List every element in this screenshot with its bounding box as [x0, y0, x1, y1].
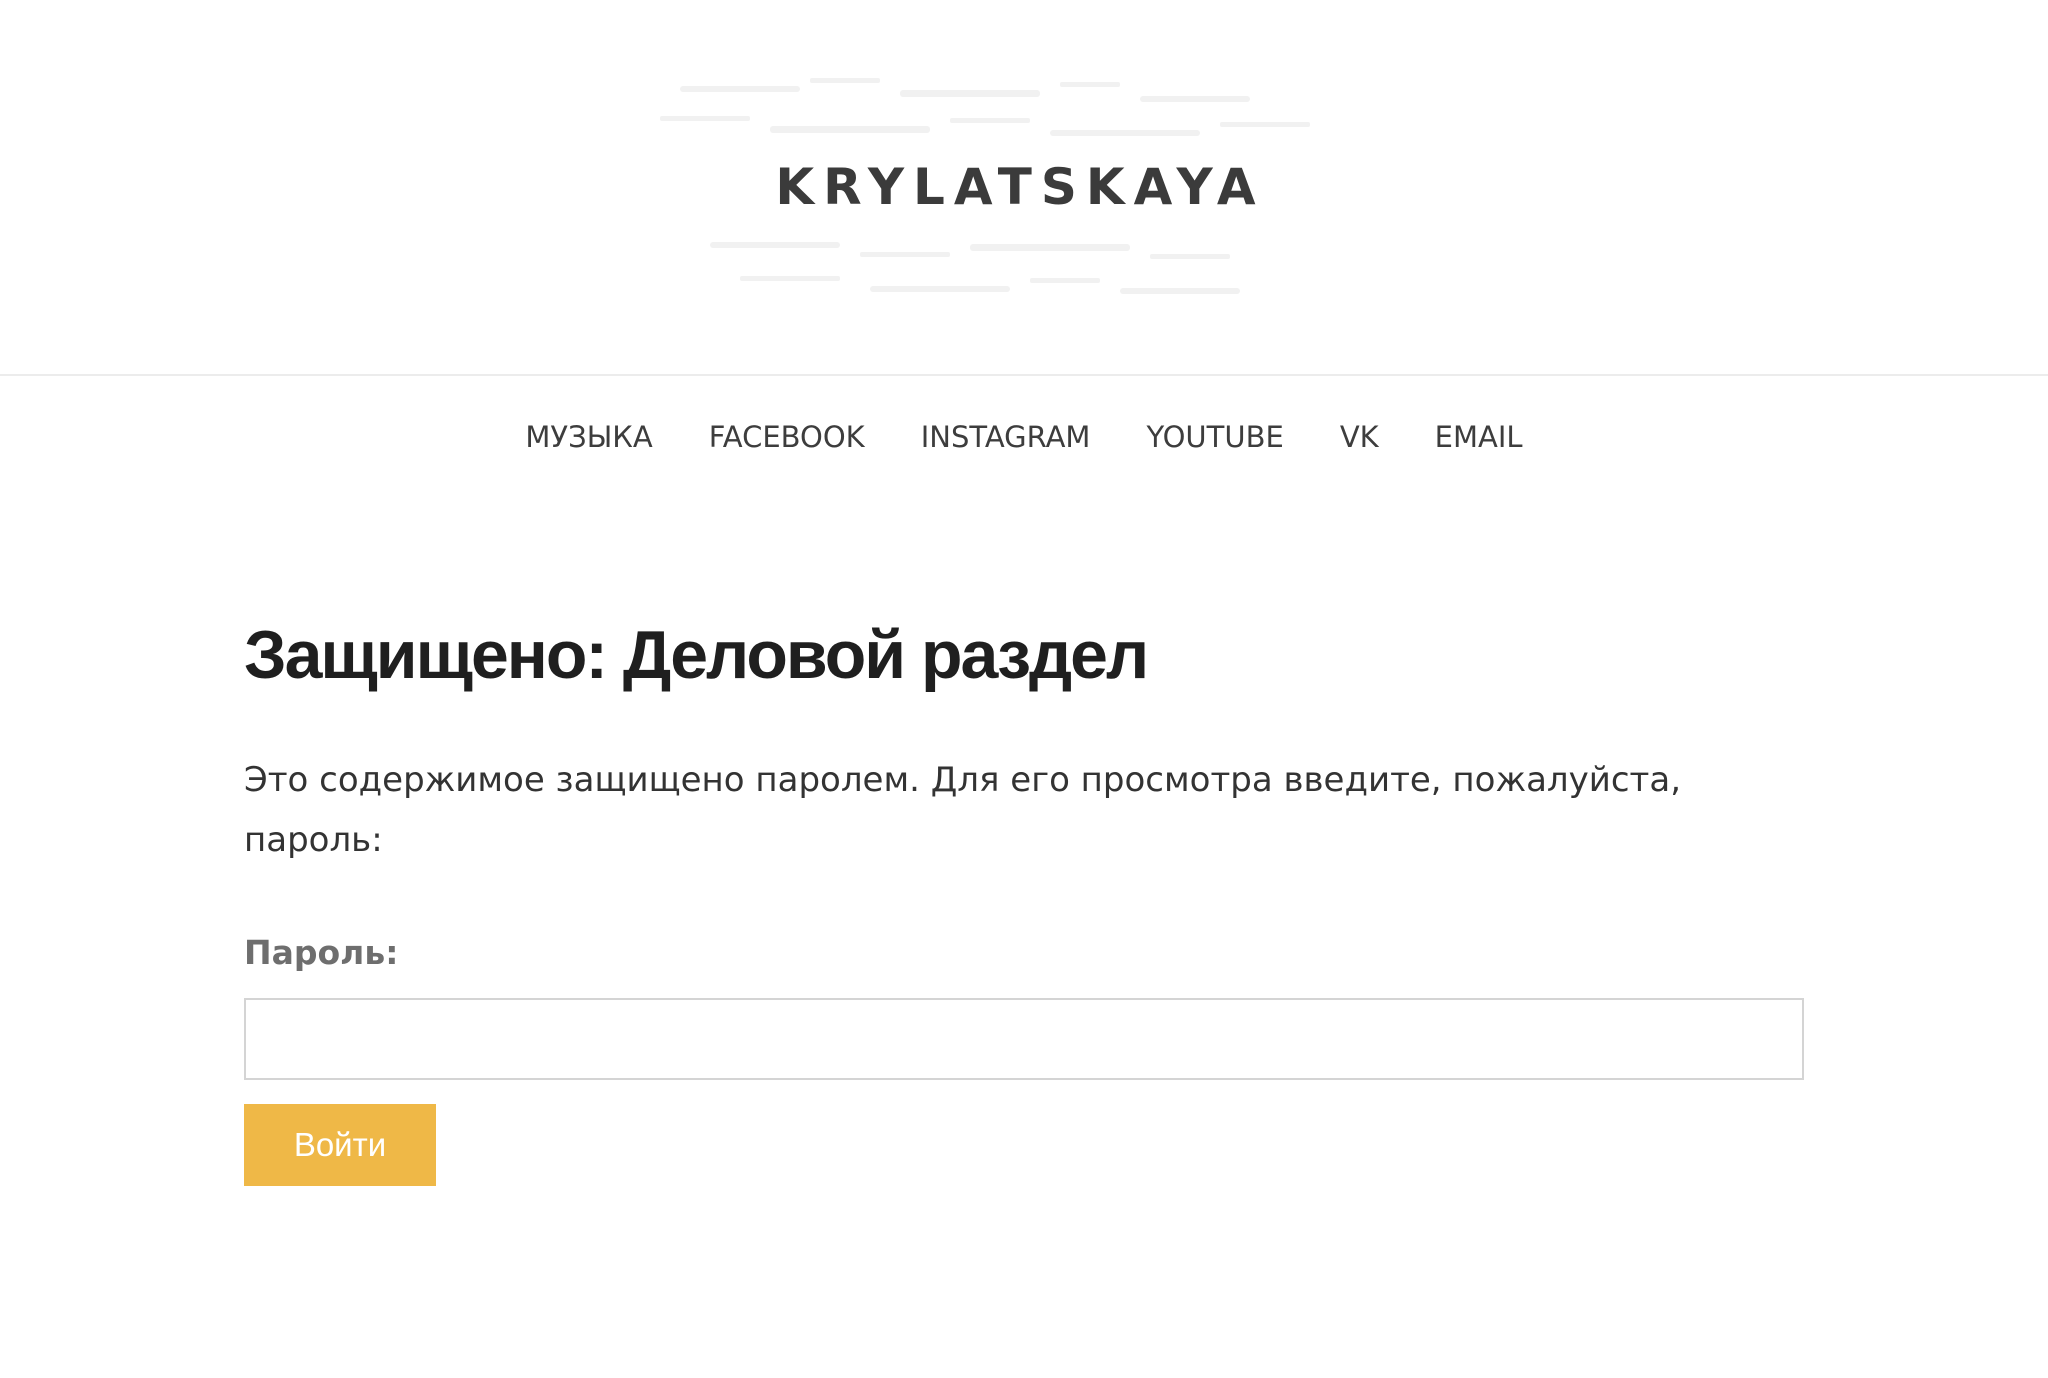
password-label: Пароль: [244, 933, 399, 972]
page-title: Защищено: Деловой раздел [244, 617, 1149, 693]
nav-item-music[interactable]: МУЗЫКА [525, 412, 652, 462]
nav-item-facebook[interactable]: FACEBOOK [709, 412, 865, 462]
nav-item-youtube[interactable]: YOUTUBE [1146, 412, 1283, 462]
password-form: Пароль: Войти [244, 932, 1804, 1186]
password-input[interactable] [244, 998, 1804, 1080]
site-header: KRYLATSKAYA [0, 0, 2048, 376]
main-navigation: МУЗЫКА FACEBOOK INSTAGRAM YOUTUBE VK EMA… [0, 412, 2048, 462]
main-content: Защищено: Деловой раздел Это содержимое … [244, 600, 1804, 1186]
password-prompt-text: Это содержимое защищено паролем. Для его… [244, 760, 1681, 860]
nav-item-email[interactable]: EMAIL [1435, 412, 1523, 462]
logo-text: KRYLATSKAYA [775, 158, 1265, 216]
site-logo[interactable]: KRYLATSKAYA [620, 56, 1420, 326]
nav-item-instagram[interactable]: INSTAGRAM [921, 412, 1091, 462]
login-button[interactable]: Войти [244, 1104, 436, 1186]
nav-item-vk[interactable]: VK [1340, 412, 1379, 462]
